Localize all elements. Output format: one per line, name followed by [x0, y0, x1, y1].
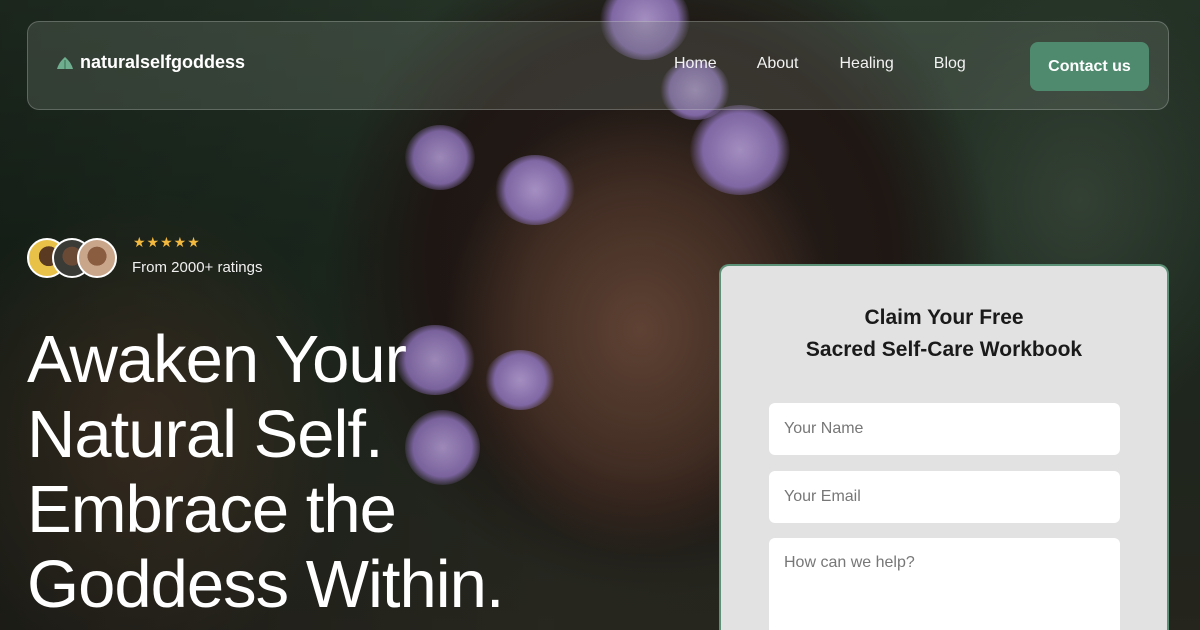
headline-line: Awaken Your [27, 322, 407, 397]
headline-line: Natural Self. [27, 397, 384, 472]
avatar [77, 238, 117, 278]
workbook-signup-form: Claim Your Free Sacred Self-Care Workboo… [719, 264, 1169, 630]
brand-name: naturalselfgoddess [80, 52, 246, 72]
headline-line: Goddess Within. [27, 547, 505, 622]
form-title-line: Sacred Self-Care Workbook [805, 338, 1083, 361]
message-textarea[interactable] [769, 538, 1120, 630]
nav-link-blog[interactable]: Blog [934, 55, 966, 73]
nav-link-about[interactable]: About [757, 55, 799, 73]
nav-links: Home About Healing Blog [674, 55, 966, 73]
headline-line: Embrace the [27, 472, 397, 547]
reviewer-avatars [27, 238, 119, 278]
hero-headline: Awaken Your Natural Self. Embrace the Go… [27, 322, 667, 622]
nav-link-healing[interactable]: Healing [840, 55, 894, 73]
form-title: Claim Your Free Sacred Self-Care Workboo… [721, 302, 1167, 366]
brand-logo[interactable]: naturalselfgoddess [56, 52, 245, 73]
top-navigation-bar: naturalselfgoddess Home About Healing Bl… [27, 21, 1169, 110]
contact-us-button[interactable]: Contact us [1030, 42, 1149, 91]
star-rating-icon: ★★★★★ [133, 234, 201, 250]
name-input[interactable] [769, 403, 1120, 455]
email-input[interactable] [769, 471, 1120, 523]
form-title-line: Claim Your Free [864, 306, 1024, 329]
leaf-icon [57, 56, 73, 69]
nav-link-home[interactable]: Home [674, 55, 717, 73]
ratings-count-text: From 2000+ ratings [132, 259, 263, 276]
